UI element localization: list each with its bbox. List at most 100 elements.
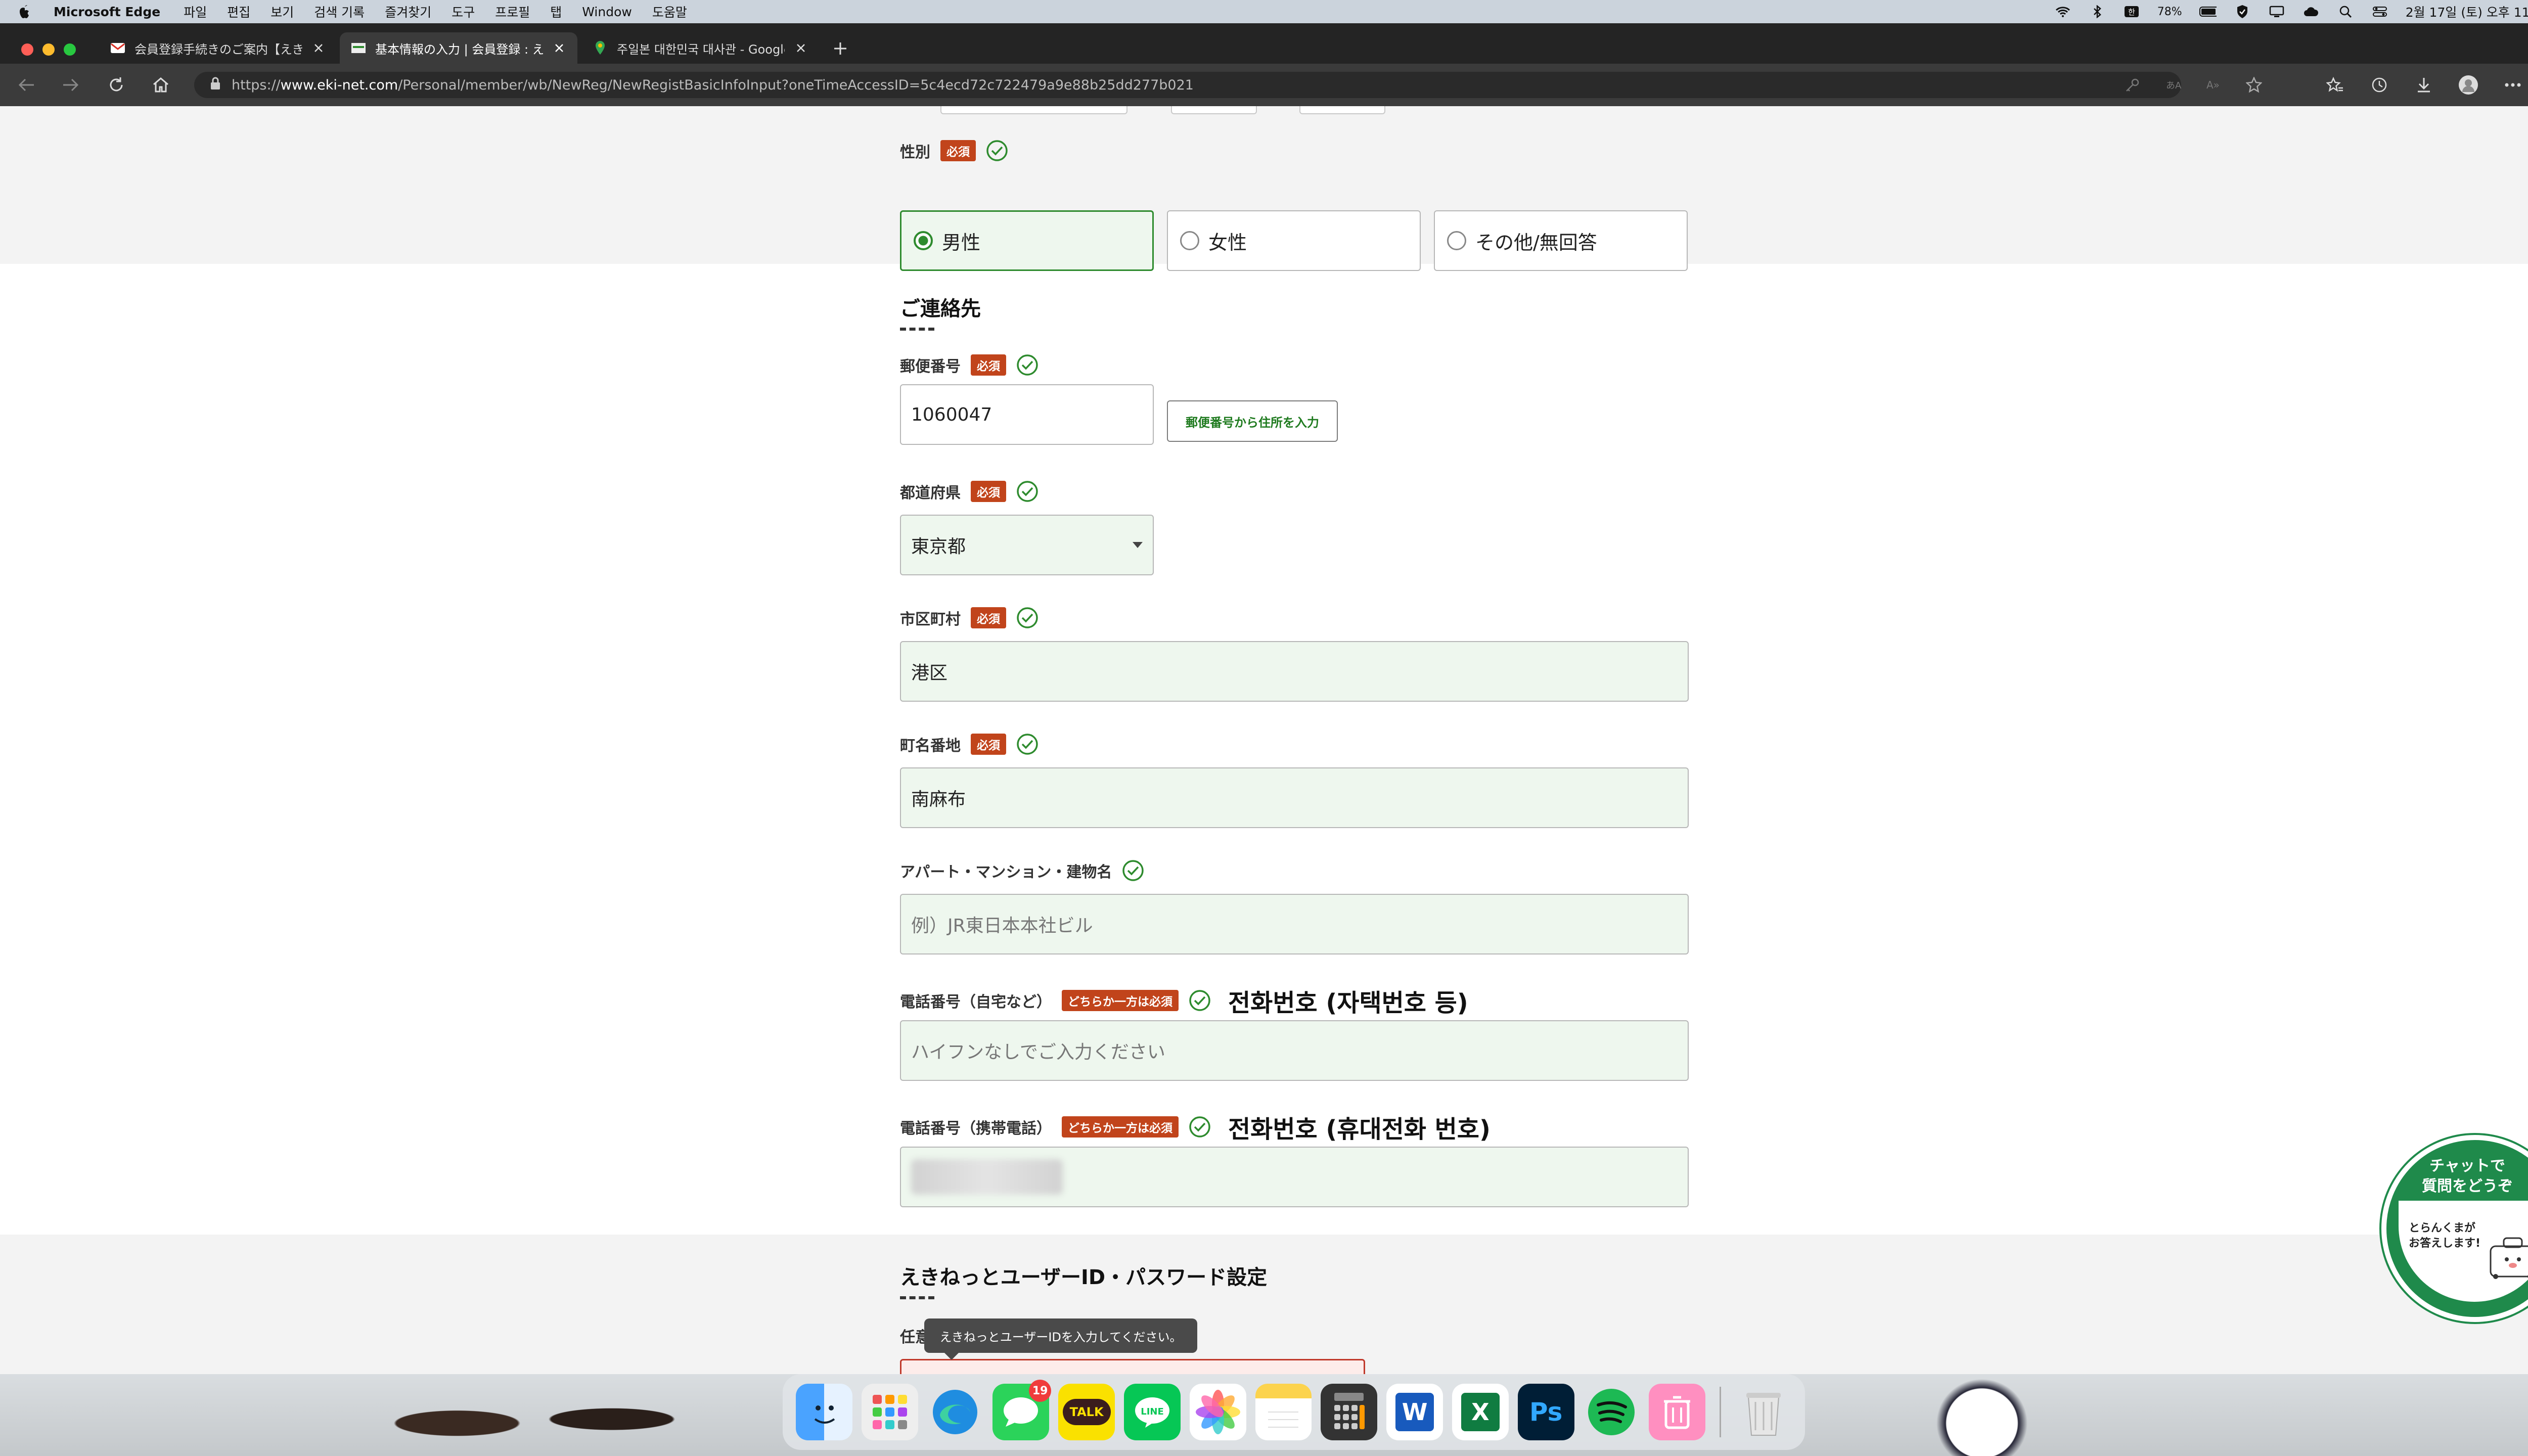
- refresh-button[interactable]: [105, 74, 127, 96]
- spotify-icon[interactable]: [1584, 1384, 1640, 1440]
- prefecture-select[interactable]: 東京都: [900, 515, 1154, 575]
- spotlight-search-icon[interactable]: [2337, 5, 2354, 18]
- menubar-app-name[interactable]: Microsoft Edge: [54, 5, 160, 19]
- photos-icon[interactable]: [1189, 1384, 1246, 1440]
- battery-percent: 78%: [2157, 5, 2182, 18]
- postal-lookup-button[interactable]: 郵便番号から住所を入力: [1167, 400, 1338, 442]
- gender-option-female[interactable]: 女性: [1167, 210, 1421, 271]
- word-icon[interactable]: W: [1386, 1384, 1443, 1440]
- menu-help[interactable]: 도움말: [652, 3, 687, 21]
- menu-view[interactable]: 보기: [270, 3, 294, 21]
- minimize-window-button[interactable]: [42, 43, 55, 56]
- menu-file[interactable]: 파일: [184, 3, 207, 21]
- finder-icon[interactable]: [796, 1384, 852, 1440]
- key-icon[interactable]: [2121, 74, 2144, 96]
- excel-label: X: [1461, 1393, 1500, 1431]
- radio-selected-icon: [914, 231, 933, 250]
- close-window-button[interactable]: [21, 43, 33, 56]
- phone-mobile-input[interactable]: [900, 1147, 1689, 1207]
- control-center-icon[interactable]: [2371, 5, 2388, 18]
- zoom-window-button[interactable]: [64, 43, 76, 56]
- calculator-icon[interactable]: [1321, 1384, 1378, 1440]
- back-button[interactable]: [15, 74, 37, 96]
- menu-tools[interactable]: 도구: [452, 3, 475, 21]
- messages-icon[interactable]: 19: [992, 1380, 1052, 1440]
- chat-widget-title: チャットで 質問をどうぞ: [2422, 1157, 2513, 1195]
- gender-option-male[interactable]: 男性: [900, 210, 1154, 271]
- trash-icon[interactable]: [1735, 1384, 1792, 1440]
- notes-icon[interactable]: [1255, 1384, 1312, 1440]
- history-icon[interactable]: [2368, 74, 2390, 96]
- profile-avatar-icon[interactable]: [2457, 74, 2479, 96]
- radio-icon: [1180, 231, 1199, 250]
- tab-gmail[interactable]: 会員登録手続きのご案内【えきね: [99, 32, 337, 64]
- read-aloud-icon[interactable]: A»: [2202, 74, 2225, 96]
- window-controls: [21, 43, 76, 56]
- menu-favorites[interactable]: 즐겨찾기: [385, 3, 431, 21]
- url-path: /Personal/member/wb/NewReg/NewRegistBasi…: [398, 77, 1194, 93]
- wallpaper-sneaker: [1931, 1374, 2033, 1456]
- launchpad-icon[interactable]: [861, 1384, 918, 1440]
- line-icon[interactable]: LINE: [1123, 1384, 1181, 1440]
- valid-check-icon: [1189, 989, 1211, 1012]
- tab-ekinet[interactable]: 基本情報の入力 | 会員登録 : えきね: [340, 32, 577, 64]
- gmail-icon: [110, 40, 125, 56]
- display-icon[interactable]: [2268, 5, 2285, 18]
- close-tab-icon[interactable]: [311, 41, 326, 55]
- cloud-icon[interactable]: [2303, 5, 2320, 18]
- menu-tab[interactable]: 탭: [550, 3, 562, 21]
- menu-edit[interactable]: 편집: [227, 3, 250, 21]
- home-button[interactable]: [150, 74, 172, 96]
- new-tab-button[interactable]: [829, 37, 851, 60]
- battery-icon[interactable]: [2199, 5, 2217, 18]
- tab-embassy-maps[interactable]: 주일본 대한민국 대사관 - Google: [581, 32, 819, 64]
- building-input[interactable]: 例）JR東日本本社ビル: [900, 894, 1689, 954]
- phone-home-label-text: 電話番号（自宅など）: [900, 993, 1052, 1011]
- kakaotalk-icon[interactable]: TALK: [1058, 1384, 1115, 1440]
- gender-label-text: 性別: [900, 144, 930, 161]
- more-options-icon[interactable]: [2502, 74, 2524, 96]
- bluetooth-icon[interactable]: [2089, 5, 2106, 18]
- download-icon[interactable]: [2413, 74, 2435, 96]
- favorite-star-icon[interactable]: [2243, 74, 2265, 96]
- forward-button[interactable]: [60, 74, 82, 96]
- close-tab-icon[interactable]: [794, 41, 808, 55]
- gender-option-label: その他/無回答: [1475, 231, 1597, 254]
- cleaner-icon[interactable]: [1649, 1384, 1706, 1440]
- gender-option-label: 男性: [942, 231, 981, 254]
- valid-check-icon: [1122, 859, 1144, 882]
- postal-code-group: 郵便番号 必須 1060047 郵便番号から住所を入力: [900, 354, 1689, 470]
- city-input[interactable]: 港区: [900, 641, 1689, 702]
- input-method-icon[interactable]: 한: [2123, 5, 2140, 18]
- required-badge: 必須: [971, 354, 1006, 376]
- apple-icon[interactable]: [18, 4, 33, 19]
- phone-home-group: 電話番号（自宅など） どちらか一方は必須 전화번호 (자택번호 등) ハイフンな…: [900, 983, 1689, 1099]
- userid-input-clipped[interactable]: [900, 1359, 1365, 1374]
- menu-profile[interactable]: 프로필: [495, 3, 530, 21]
- edge-icon[interactable]: [927, 1384, 984, 1440]
- menu-window[interactable]: Window: [582, 5, 632, 19]
- building-label: アパート・マンション・建物名: [900, 859, 1689, 882]
- translate-icon[interactable]: あA: [2162, 74, 2184, 96]
- chat-widget-inner: とらんくまが お答えします!: [2399, 1201, 2528, 1302]
- word-label: W: [1395, 1393, 1434, 1431]
- macos-dock: 19 TALK LINE W X Ps: [783, 1374, 1805, 1450]
- address-bar[interactable]: https://www.eki-net.com/Personal/member/…: [194, 72, 2181, 98]
- phone-home-input[interactable]: ハイフンなしでご入力ください: [900, 1020, 1689, 1081]
- favorites-icon[interactable]: [2324, 74, 2346, 96]
- gender-option-other[interactable]: その他/無回答: [1434, 210, 1688, 271]
- street-input[interactable]: 南麻布: [900, 767, 1689, 828]
- prefecture-label: 都道府県 必須: [900, 480, 1689, 503]
- city-label: 市区町村 必須: [900, 607, 1689, 629]
- korean-annotation: 전화번호 (자택번호 등): [1228, 989, 1468, 1017]
- excel-icon[interactable]: X: [1452, 1384, 1509, 1440]
- postal-code-input[interactable]: 1060047: [900, 384, 1154, 445]
- vpn-shield-icon[interactable]: [2234, 5, 2251, 18]
- wifi-icon[interactable]: [2054, 5, 2071, 18]
- photoshop-icon[interactable]: Ps: [1517, 1384, 1574, 1440]
- browser-toolbar: https://www.eki-net.com/Personal/member/…: [0, 64, 2528, 106]
- clock[interactable]: 2월 17일 (토) 오후 11:08:12: [2406, 3, 2528, 21]
- lock-icon[interactable]: [209, 76, 221, 94]
- menu-history[interactable]: 검색 기록: [314, 3, 365, 21]
- close-tab-icon[interactable]: [552, 41, 566, 55]
